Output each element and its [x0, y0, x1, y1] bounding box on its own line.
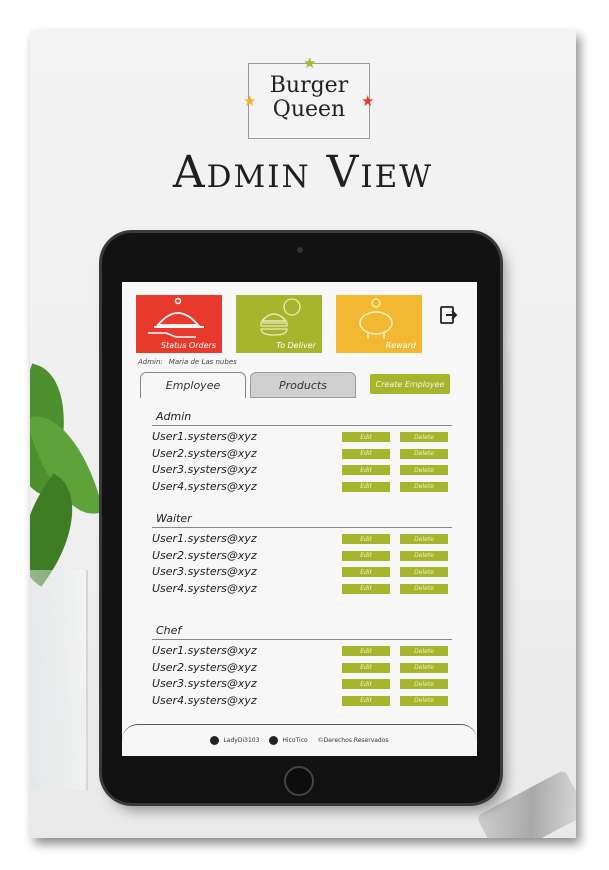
- list-item: User1.systers@xyz Edit Delete: [152, 643, 452, 660]
- copyright-text: ©Derechos Reservados: [317, 737, 389, 744]
- status-orders-tile[interactable]: Status Orders: [136, 295, 222, 353]
- section-title: Chef: [156, 624, 182, 637]
- github-user-2: HicoTico: [282, 737, 308, 744]
- edit-button[interactable]: Edit: [342, 567, 390, 577]
- delete-button[interactable]: Delete: [400, 448, 448, 459]
- tile-label: To Deliver: [276, 341, 316, 350]
- section-admin: Admin User1.systers@xyz Edit Delete User…: [152, 410, 452, 495]
- user-email: User3.systers@xyz: [152, 677, 257, 690]
- delete-button[interactable]: Delete: [400, 432, 448, 442]
- edit-button[interactable]: Edit: [342, 534, 390, 544]
- poster-frame: ★ ★ ★ Burger Queen Admin View Status Ord…: [30, 30, 576, 838]
- user-email: User1.systers@xyz: [152, 430, 257, 443]
- user-email: User1.systers@xyz: [152, 644, 257, 657]
- create-employee-button[interactable]: Create Employee: [370, 374, 450, 394]
- list-item: User3.systers@xyz Edit Delete: [152, 462, 452, 479]
- github-link-2[interactable]: HicoTico: [269, 736, 308, 745]
- delete-button[interactable]: Delete: [400, 583, 448, 594]
- camera-icon: [297, 247, 303, 253]
- list-item: User2.systers@xyz Edit Delete: [152, 446, 452, 463]
- list-item: User3.systers@xyz Edit Delete: [152, 564, 452, 581]
- user-email: User2.systers@xyz: [152, 548, 257, 562]
- user-email: User2.systers@xyz: [152, 660, 257, 674]
- user-email: User3.systers@xyz: [152, 463, 257, 476]
- section-waiter: Waiter User1.systers@xyz Edit Delete Use…: [152, 512, 452, 597]
- list-item: User4.systers@xyz Edit Delete: [152, 693, 452, 710]
- delete-button[interactable]: Delete: [400, 695, 448, 706]
- tile-label: Status Orders: [160, 341, 216, 350]
- edit-button[interactable]: Edit: [342, 481, 390, 492]
- divider: [152, 425, 452, 426]
- star-icon: ★: [303, 54, 317, 72]
- admin-label: Admin:: [138, 358, 163, 366]
- delete-button[interactable]: Delete: [400, 662, 448, 673]
- logo-text-queen: Queen: [272, 97, 346, 122]
- section-title: Waiter: [156, 512, 192, 525]
- admin-info: Admin: Maria de Las nubes: [138, 358, 237, 366]
- github-icon: [269, 736, 279, 745]
- section-chef: Chef User1.systers@xyz Edit Delete User2…: [152, 624, 452, 709]
- edit-button[interactable]: Edit: [342, 662, 390, 673]
- edit-button[interactable]: Edit: [342, 465, 390, 475]
- edit-button[interactable]: Edit: [342, 550, 390, 561]
- burger-queen-logo: ★ ★ ★ Burger Queen: [243, 56, 374, 139]
- user-email: User4.systers@xyz: [152, 581, 257, 595]
- water-glass: [30, 570, 88, 790]
- to-deliver-tile[interactable]: To Deliver: [236, 295, 322, 353]
- user-email: User4.systers@xyz: [152, 693, 257, 707]
- delete-button[interactable]: Delete: [400, 567, 448, 577]
- logo-text-burger: Burger: [269, 73, 349, 98]
- admin-name: Maria de Las nubes: [168, 358, 237, 366]
- github-icon: [210, 736, 220, 745]
- list-item: User4.systers@xyz Edit Delete: [152, 479, 452, 496]
- divider: [152, 527, 452, 528]
- edit-button[interactable]: Edit: [342, 695, 390, 706]
- user-email: User3.systers@xyz: [152, 565, 257, 578]
- github-link-1[interactable]: LadyDi3103: [210, 736, 259, 745]
- list-item: User2.systers@xyz Edit Delete: [152, 660, 452, 677]
- list-item: User4.systers@xyz Edit Delete: [152, 581, 452, 598]
- tablet-device: Status Orders To Deliver Reward Admin: M…: [102, 233, 500, 803]
- edit-button[interactable]: Edit: [342, 646, 390, 656]
- delete-button[interactable]: Delete: [400, 550, 448, 561]
- delete-button[interactable]: Delete: [400, 679, 448, 689]
- home-button[interactable]: [284, 766, 314, 796]
- delete-button[interactable]: Delete: [400, 646, 448, 656]
- list-item: User2.systers@xyz Edit Delete: [152, 548, 452, 565]
- nav-tiles: Status Orders To Deliver Reward: [136, 295, 436, 355]
- user-email: User1.systers@xyz: [152, 532, 257, 545]
- reward-tile[interactable]: Reward: [336, 295, 422, 353]
- divider: [152, 639, 452, 640]
- edit-button[interactable]: Edit: [342, 679, 390, 689]
- list-item: User3.systers@xyz Edit Delete: [152, 676, 452, 693]
- logout-icon[interactable]: [440, 306, 458, 324]
- page-title: Admin View: [172, 147, 434, 198]
- list-item: User1.systers@xyz Edit Delete: [152, 429, 452, 446]
- section-title: Admin: [156, 410, 192, 423]
- edit-button[interactable]: Edit: [342, 448, 390, 459]
- edit-button[interactable]: Edit: [342, 432, 390, 442]
- delete-button[interactable]: Delete: [400, 534, 448, 544]
- footer: LadyDi3103 HicoTico ©Derechos Reservados: [122, 724, 477, 756]
- github-user-1: LadyDi3103: [223, 737, 260, 744]
- tile-label: Reward: [385, 341, 416, 350]
- tablet-screen: Status Orders To Deliver Reward Admin: M…: [122, 282, 477, 756]
- tab-products[interactable]: Products: [250, 372, 356, 398]
- user-email: User2.systers@xyz: [152, 446, 257, 460]
- edit-button[interactable]: Edit: [342, 583, 390, 594]
- user-email: User4.systers@xyz: [152, 479, 257, 493]
- delete-button[interactable]: Delete: [400, 465, 448, 475]
- tab-employee[interactable]: Employee: [140, 372, 246, 398]
- delete-button[interactable]: Delete: [400, 481, 448, 492]
- list-item: User1.systers@xyz Edit Delete: [152, 531, 452, 548]
